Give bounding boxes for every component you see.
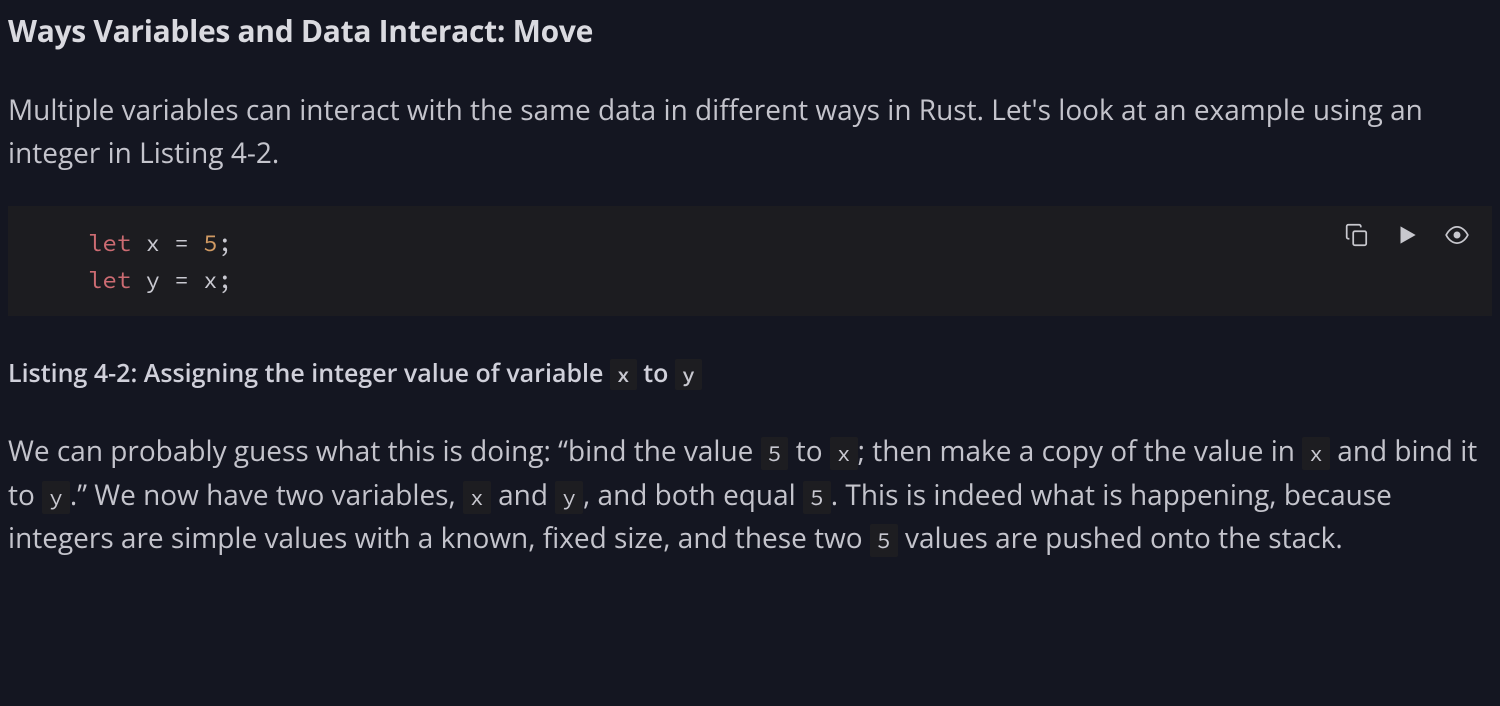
caption-text: to	[637, 356, 675, 390]
identifier: y	[146, 264, 160, 295]
keyword-let: let	[88, 227, 131, 258]
code-inline-5: 5	[870, 524, 898, 557]
text: ; then make a copy of the value in	[858, 432, 1303, 470]
text: and	[491, 476, 555, 514]
code-inline-5: 5	[761, 437, 789, 470]
semicolon: ;	[218, 264, 232, 295]
operator: =	[174, 264, 188, 295]
text: to	[788, 432, 829, 470]
code-inline-x: x	[463, 481, 491, 514]
number-literal: 5	[203, 227, 217, 258]
code-inline-5: 5	[803, 481, 831, 514]
operator: =	[174, 227, 188, 258]
identifier: x	[146, 227, 160, 258]
code-content: let x = 5; let y = x;	[88, 224, 1472, 298]
code-inline-y: y	[42, 481, 70, 514]
code-inline-x: x	[830, 437, 858, 470]
play-icon[interactable]	[1394, 222, 1420, 248]
identifier: x	[203, 264, 217, 295]
listing-caption: Listing 4-2: Assigning the integer value…	[8, 356, 1492, 390]
text: values are pushed onto the stack.	[898, 519, 1343, 557]
section-heading: Ways Variables and Data Interact: Move	[8, 10, 1492, 51]
explanation-paragraph: We can probably guess what this is doing…	[8, 430, 1492, 560]
text: , and both equal	[583, 476, 803, 514]
copy-icon[interactable]	[1344, 222, 1370, 248]
code-actions	[1344, 222, 1470, 248]
code-inline-x: x	[610, 359, 637, 390]
code-block: let x = 5; let y = x;	[8, 206, 1492, 316]
code-inline-x: x	[1302, 437, 1330, 470]
caption-text: Listing 4-2: Assigning the integer value…	[8, 356, 610, 390]
text: .” We now have two variables,	[70, 476, 463, 514]
intro-paragraph: Multiple variables can interact with the…	[8, 89, 1492, 176]
code-inline-y: y	[555, 481, 583, 514]
code-inline-y: y	[675, 359, 702, 390]
semicolon: ;	[218, 227, 232, 258]
keyword-let: let	[88, 264, 131, 295]
eye-icon[interactable]	[1444, 222, 1470, 248]
text: We can probably guess what this is doing…	[8, 432, 761, 470]
